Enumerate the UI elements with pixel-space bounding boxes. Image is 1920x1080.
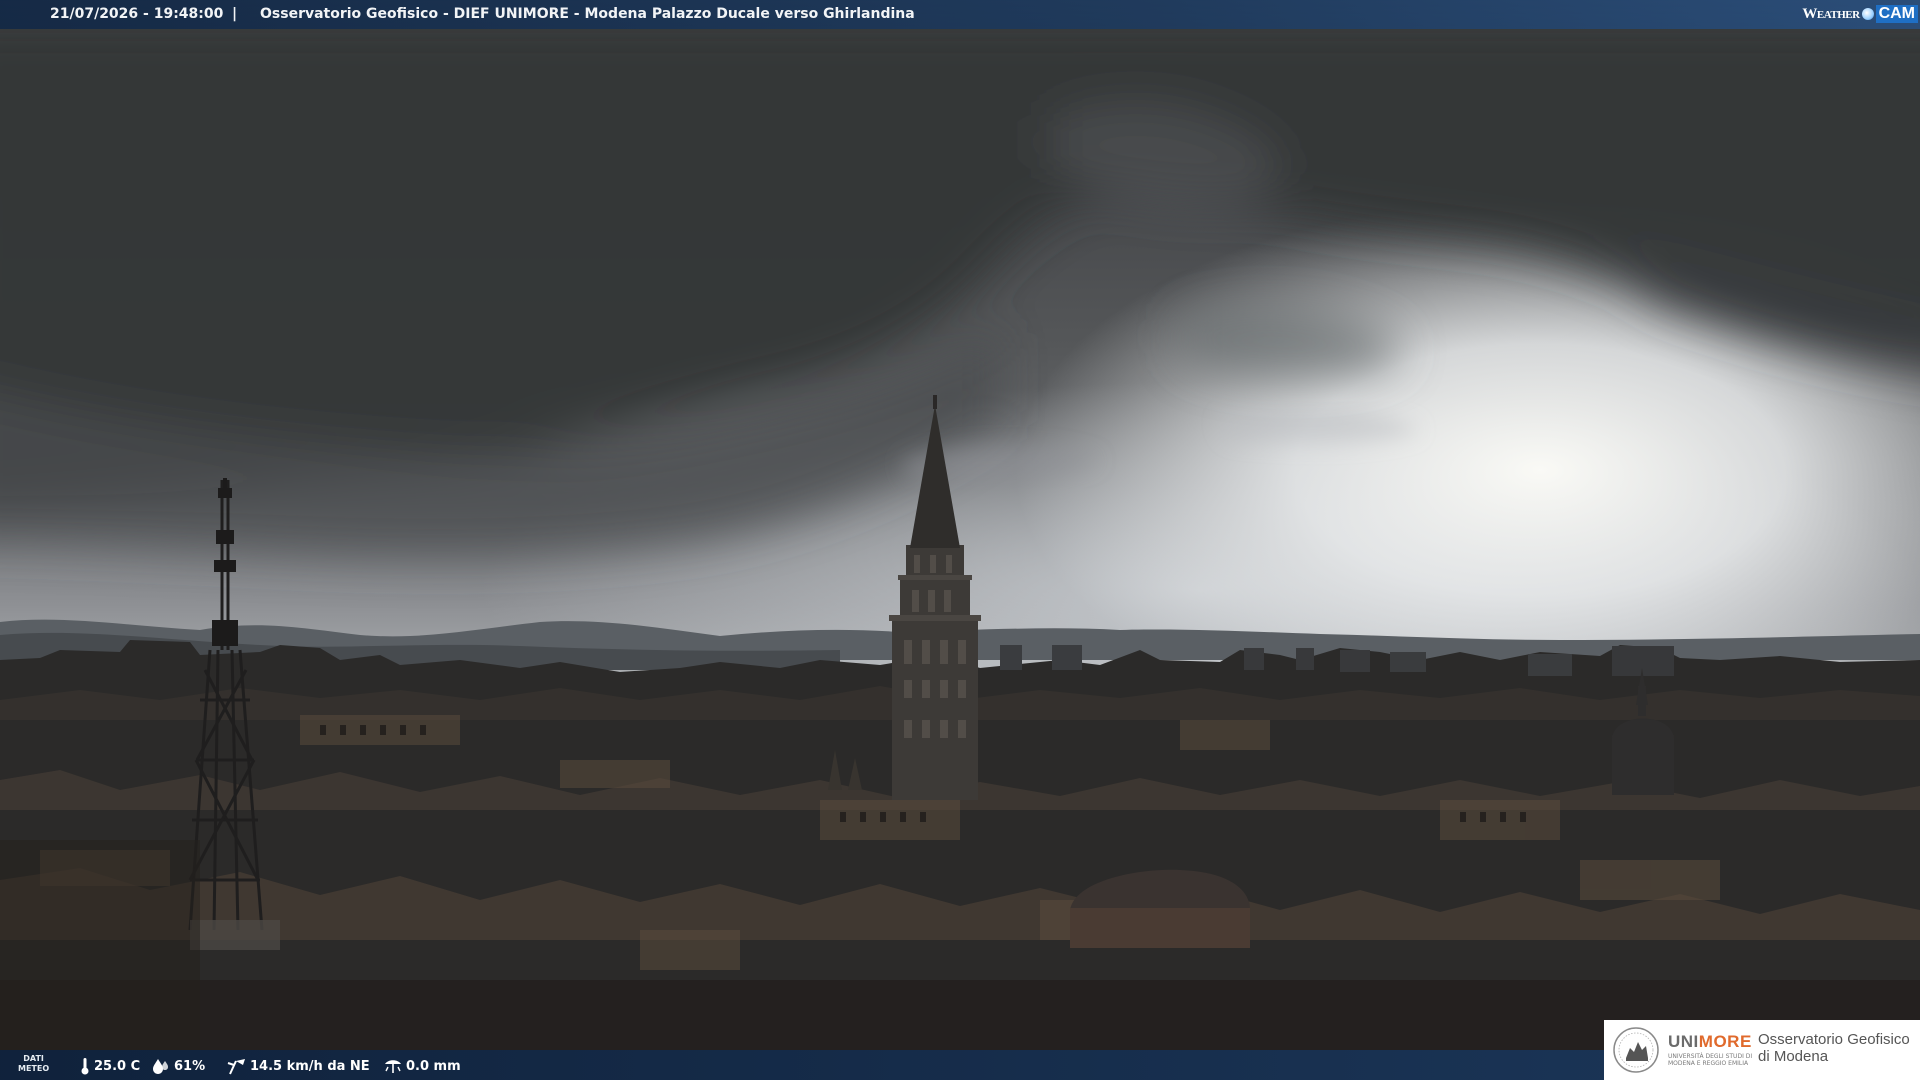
university-seal-icon [1613, 1027, 1659, 1073]
thermometer-icon [81, 1058, 89, 1075]
building [1528, 654, 1572, 676]
unimore-suffix: MORE [1698, 1032, 1752, 1051]
drop-icon [153, 1059, 168, 1074]
unimore-wordmark: UNIMORE [1668, 1032, 1752, 1052]
unimore-observatory-logo: UNIMORE UNIVERSITÀ DEGLI STUDI DI MODENA… [1604, 1020, 1920, 1080]
ghirlandina-tower [889, 395, 981, 800]
globe-icon [1861, 8, 1874, 20]
wind-icon [227, 1059, 245, 1075]
building [1612, 646, 1674, 676]
humidity-value: 61% [174, 1058, 206, 1074]
timestamp: 21/07/2026 - 19:48:00 [50, 6, 224, 22]
webcam-frame: 21/07/2026 - 19:48:00 | Osservatorio Geo… [0, 0, 1920, 1080]
unimore-subtitle: UNIVERSITÀ DEGLI STUDI DI MODENA E REGGI… [1668, 1053, 1753, 1067]
weathercam-logo-word: Weather [1802, 5, 1860, 22]
mast-base [190, 920, 280, 950]
temperature-value: 25.0 C [94, 1058, 141, 1074]
observatory-name-line1: Osservatorio Geofisico [1758, 1031, 1910, 1048]
temperature-reading: 25.0 C [80, 1057, 140, 1075]
building [1052, 645, 1082, 670]
building [1000, 645, 1022, 670]
building [1296, 648, 1314, 670]
city-skyline [0, 395, 1920, 1080]
weathercam-logo-badge: CAM [1875, 5, 1918, 23]
camera-title: Osservatorio Geofisico - DIEF UNIMORE - … [260, 6, 915, 22]
rain-reading: 0.0 mm [384, 1057, 461, 1075]
unimore-prefix: UNI [1668, 1032, 1699, 1051]
rain-gauge-icon [385, 1060, 401, 1073]
building [1340, 650, 1370, 672]
weather-data-bar: DATI METEO 25.0 C 61% 14.5 km/h da NE 0.… [0, 1050, 1604, 1080]
observatory-name: Osservatorio Geofisico di Modena [1758, 1031, 1910, 1065]
wind-value: 14.5 km/h da NE [250, 1058, 370, 1074]
humidity-reading: 61% [152, 1057, 205, 1075]
caption-separator: | [232, 6, 238, 22]
weather-label-line2: METEO [18, 1064, 50, 1073]
weather-data-label: DATI METEO [18, 1054, 49, 1074]
building [1390, 652, 1426, 672]
weather-label-line1: DATI [23, 1054, 44, 1063]
wind-reading: 14.5 km/h da NE [226, 1057, 370, 1075]
rain-value: 0.0 mm [406, 1058, 461, 1074]
weathercam-logo: Weather CAM [1802, 2, 1918, 26]
observatory-name-line2: di Modena [1758, 1048, 1829, 1065]
top-caption-bar: 21/07/2026 - 19:48:00 | Osservatorio Geo… [0, 0, 1920, 29]
building [1244, 648, 1264, 670]
